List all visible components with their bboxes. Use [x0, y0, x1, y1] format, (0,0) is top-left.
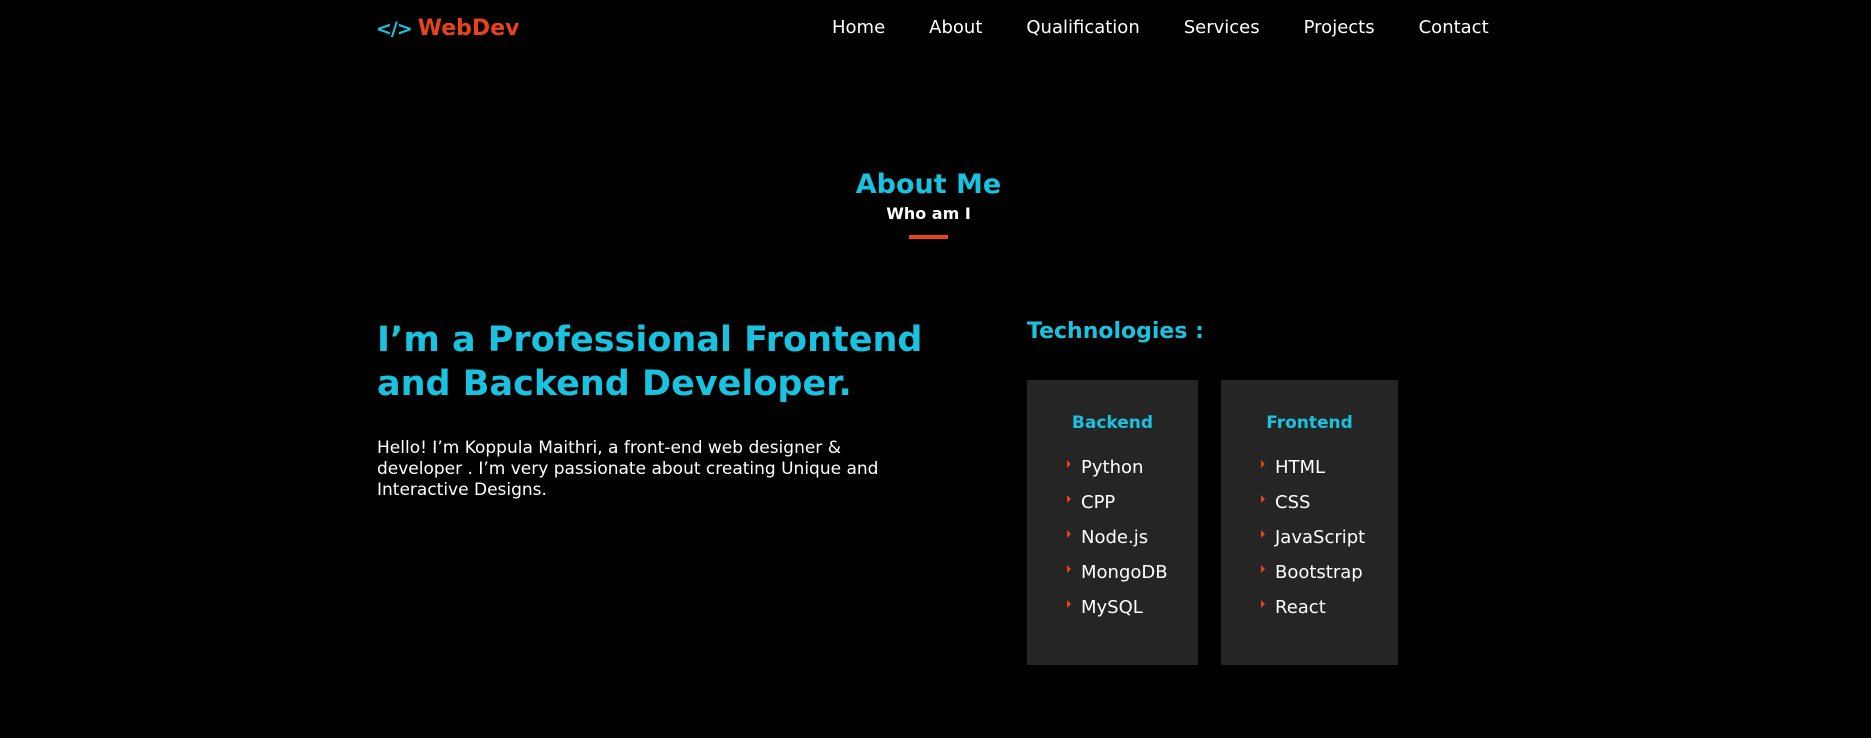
caret-right-icon: [1261, 599, 1265, 608]
list-item-label: Node.js: [1081, 527, 1149, 548]
caret-right-icon: [1067, 529, 1071, 538]
frontend-list: HTML CSS JavaScript Bootstrap React: [1221, 450, 1398, 625]
list-item: Node.js: [1067, 520, 1198, 555]
backend-card: Backend Python CPP Node.js MongoDB MySQL: [1027, 380, 1198, 665]
nav-link-about[interactable]: About: [929, 17, 982, 38]
backend-card-title: Backend: [1071, 413, 1154, 433]
list-item: React: [1261, 590, 1398, 625]
list-item: HTML: [1261, 450, 1398, 485]
caret-right-icon: [1067, 564, 1071, 573]
list-item-label: CSS: [1275, 492, 1311, 513]
backend-list: Python CPP Node.js MongoDB MySQL: [1027, 450, 1198, 625]
list-item-label: Bootstrap: [1275, 562, 1363, 583]
list-item-label: JavaScript: [1275, 527, 1366, 548]
list-item-label: Python: [1081, 457, 1144, 478]
list-item-label: MySQL: [1081, 597, 1143, 618]
nav-link-services[interactable]: Services: [1184, 17, 1260, 38]
section-title-underline: [909, 235, 948, 239]
frontend-card: Frontend HTML CSS JavaScript Bootstrap R…: [1221, 380, 1398, 665]
nav-link-projects[interactable]: Projects: [1304, 17, 1375, 38]
list-item: CPP: [1067, 485, 1198, 520]
list-item-label: React: [1275, 597, 1326, 618]
nav-links: Home About Qualification Services Projec…: [832, 17, 1489, 38]
list-item: Python: [1067, 450, 1198, 485]
caret-right-icon: [1261, 564, 1265, 573]
list-item: JavaScript: [1261, 520, 1398, 555]
brand-name: WebDev: [417, 16, 520, 41]
list-item: MySQL: [1067, 590, 1198, 625]
code-icon: </>: [376, 17, 413, 40]
caret-right-icon: [1067, 494, 1071, 503]
caret-right-icon: [1261, 459, 1265, 468]
list-item-label: HTML: [1275, 457, 1326, 478]
frontend-card-title: Frontend: [1266, 413, 1353, 433]
nav-link-qualification[interactable]: Qualification: [1026, 17, 1139, 38]
brand-logo[interactable]: </> WebDev: [376, 16, 519, 41]
about-intro: Hello! I’m Koppula Maithri, a front-end …: [377, 438, 879, 500]
about-headline: I’m a Professional Frontend and Backend …: [377, 320, 923, 404]
section-header: About Me Who am I: [0, 168, 1857, 239]
list-item: CSS: [1261, 485, 1398, 520]
list-item: MongoDB: [1067, 555, 1198, 590]
caret-right-icon: [1261, 529, 1265, 538]
section-subtitle: Who am I: [886, 204, 971, 223]
list-item-label: MongoDB: [1081, 562, 1168, 583]
list-item-label: CPP: [1081, 492, 1116, 513]
technologies-title: Technologies :: [1027, 319, 1204, 344]
nav-link-home[interactable]: Home: [832, 17, 885, 38]
caret-right-icon: [1067, 459, 1071, 468]
navbar: </> WebDev Home About Qualification Serv…: [0, 0, 1871, 60]
caret-right-icon: [1261, 494, 1265, 503]
nav-link-contact[interactable]: Contact: [1419, 17, 1489, 38]
caret-right-icon: [1067, 599, 1071, 608]
section-title: About Me: [855, 169, 1002, 200]
list-item: Bootstrap: [1261, 555, 1398, 590]
